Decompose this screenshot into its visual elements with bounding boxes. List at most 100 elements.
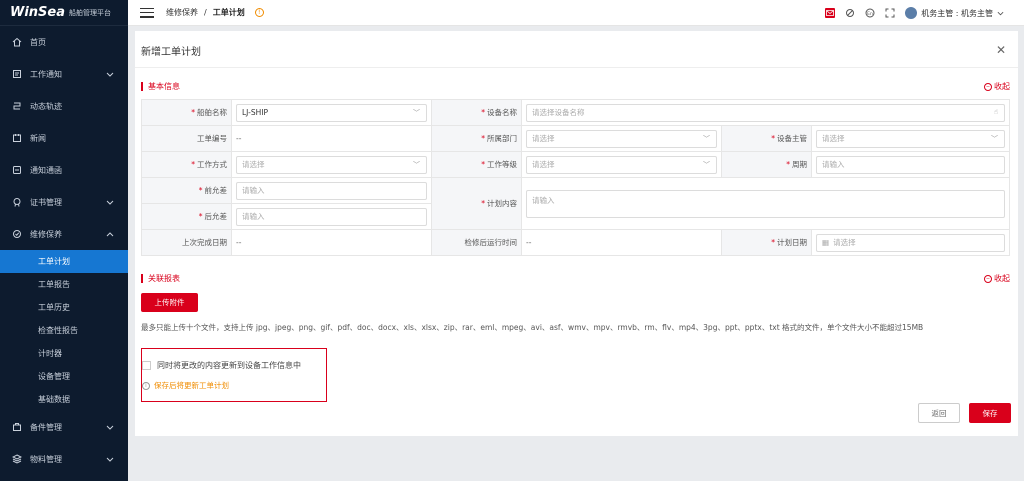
pointer-icon: ☝: [993, 107, 998, 116]
section-title: 关联报表: [148, 274, 180, 283]
equipment-name-input[interactable]: 请选择设备名称 ☝: [526, 103, 1005, 122]
svg-text:En: En: [867, 11, 873, 17]
logo: WinSea 船舶管理平台: [0, 0, 128, 26]
modal-divider: [135, 67, 1018, 68]
ship-name-select[interactable]: LJ-SHIP ﹀: [236, 103, 427, 122]
fullscreen-icon[interactable]: [885, 8, 895, 18]
equipment-manager-select[interactable]: 请选择 ﹀: [816, 129, 1005, 148]
chevron-down-icon: ﹀: [413, 160, 420, 169]
sidebar-item-maintenance[interactable]: 维修保养: [0, 218, 128, 250]
menu-toggle-icon[interactable]: [140, 7, 154, 18]
work-mode-select[interactable]: 请选择 ﹀: [236, 155, 427, 174]
department-select[interactable]: 请选择 ﹀: [526, 129, 717, 148]
collapse-label: 收起: [994, 274, 1010, 283]
user-menu[interactable]: 机务主管 : 机务主管: [905, 7, 1004, 19]
collapse-icon: −: [984, 274, 992, 283]
breadcrumb: 维修保养 / 工单计划 !: [166, 7, 264, 18]
cycle-input[interactable]: 请输入: [816, 155, 1005, 174]
label-runtime-after: 检修后运行时间: [431, 229, 522, 256]
close-icon[interactable]: ✕: [996, 43, 1006, 57]
chevron-down-icon: ﹀: [703, 134, 710, 143]
collapse-icon: −: [984, 82, 992, 91]
chevron-down-icon: ﹀: [703, 160, 710, 169]
order-no-value: --: [236, 134, 242, 143]
sidebar-item-spare-parts[interactable]: 备件管理: [0, 411, 128, 443]
info-icon[interactable]: !: [254, 8, 264, 17]
plan-content-textarea[interactable]: 请输入: [526, 189, 1005, 218]
highlight-box: [141, 348, 327, 402]
save-button[interactable]: 保存: [969, 403, 1011, 423]
section-bar: [141, 274, 143, 283]
label-work-level: * 工作等级: [431, 151, 522, 178]
sidebar-item-circular[interactable]: 通知通函: [0, 154, 128, 186]
top-bar: 维修保养 / 工单计划 ! En 机务主管 : 机务主管: [128, 0, 1024, 26]
sidebar-item-track[interactable]: 动态轨迹: [0, 90, 128, 122]
back-button[interactable]: 返回: [918, 403, 960, 423]
chevron-down-icon: [106, 423, 114, 432]
section-title: 基本信息: [148, 82, 180, 91]
mail-icon[interactable]: [825, 8, 836, 18]
label-department: * 所属部门: [431, 125, 522, 152]
sidebar-subitem-base-data[interactable]: 基础数据: [0, 388, 128, 411]
chevron-down-icon: [106, 70, 114, 79]
collapse-basic-button[interactable]: − 收起: [984, 81, 1010, 92]
last-completed-value: --: [236, 238, 242, 247]
work-level-select[interactable]: 请选择 ﹀: [526, 155, 717, 174]
chevron-down-icon: [106, 455, 114, 464]
chevron-up-icon: [106, 230, 114, 239]
collapse-reports-button[interactable]: − 收起: [984, 273, 1010, 284]
sidebar: WinSea 船舶管理平台 首页 工作通知 动态轨迹 新闻 通知通函 证书管理 …: [0, 0, 128, 481]
chevron-down-icon: [997, 9, 1004, 18]
breadcrumb-parent[interactable]: 维修保养: [166, 7, 198, 18]
sidebar-item-certificate[interactable]: 证书管理: [0, 186, 128, 218]
pre-tolerance-input[interactable]: 请输入: [236, 181, 427, 200]
sidebar-item-label: 首页: [30, 37, 46, 47]
logo-text: WinSea: [10, 5, 66, 20]
news-icon: [12, 133, 22, 143]
section-related-reports: 关联报表: [141, 273, 180, 284]
info-icon: i: [142, 381, 150, 390]
new-order-plan-modal: 新增工单计划 ✕ 基本信息 − 收起 * 船舶名称 LJ-SHIP ﹀ * 设备名称 …: [135, 31, 1018, 436]
label-equipment-manager: * 设备主管: [721, 125, 812, 152]
label-cycle: * 周期: [721, 151, 812, 178]
maintenance-icon: [12, 229, 22, 239]
label-equipment-name: * 设备名称: [431, 99, 522, 126]
label-work-mode: * 工作方式: [141, 151, 232, 178]
language-icon[interactable]: En: [865, 8, 875, 18]
sidebar-item-material[interactable]: 物料管理: [0, 443, 128, 475]
sidebar-subitem-order-report[interactable]: 工单报告: [0, 273, 128, 296]
sidebar-item-home[interactable]: 首页: [0, 26, 128, 58]
sidebar-item-label: 动态轨迹: [30, 101, 62, 111]
label-order-no: 工单编号: [141, 125, 232, 152]
notice-icon: [12, 69, 22, 79]
chevron-down-icon: ﹀: [413, 108, 420, 117]
sidebar-item-news[interactable]: 新闻: [0, 122, 128, 154]
label-ship-name: * 船舶名称: [141, 99, 232, 126]
label-plan-content: * 计划内容: [431, 177, 522, 230]
collapse-label: 收起: [994, 82, 1010, 91]
sidebar-subitem-order-plan[interactable]: 工单计划: [0, 250, 128, 273]
upload-hint: 最多只能上传十个文件，支持上传 jpg、jpeg、png、gif、pdf、doc…: [141, 323, 924, 332]
calendar-icon: ▦: [822, 238, 830, 247]
sidebar-item-label: 物料管理: [30, 454, 62, 464]
sidebar-subitem-inspection-report[interactable]: 检查性报告: [0, 319, 128, 342]
post-tolerance-input[interactable]: 请输入: [236, 207, 427, 226]
user-name: 机务主管 : 机务主管: [921, 8, 993, 18]
sidebar-subitem-equipment[interactable]: 设备管理: [0, 365, 128, 388]
upload-attachment-button[interactable]: 上传附件: [141, 293, 198, 312]
chevron-down-icon: ﹀: [991, 134, 998, 143]
section-bar: [141, 82, 143, 91]
breadcrumb-separator: /: [204, 8, 207, 17]
sync-checkbox-row[interactable]: 同时将更改的内容更新到设备工作信息中: [142, 360, 301, 371]
sidebar-item-work-notice[interactable]: 工作通知: [0, 58, 128, 90]
sidebar-subitem-order-history[interactable]: 工单历史: [0, 296, 128, 319]
save-tip-text: 保存后将更新工单计划: [154, 381, 229, 390]
spare-parts-icon: [12, 422, 22, 432]
sync-checkbox[interactable]: [142, 361, 151, 370]
sidebar-subitem-timer[interactable]: 计时器: [0, 342, 128, 365]
plan-date-picker[interactable]: ▦ 请选择: [816, 233, 1005, 252]
no-disturb-icon[interactable]: [845, 8, 855, 18]
sidebar-item-label: 维修保养: [30, 229, 62, 239]
avatar: [905, 7, 918, 19]
sidebar-item-label: 通知通函: [30, 165, 62, 175]
